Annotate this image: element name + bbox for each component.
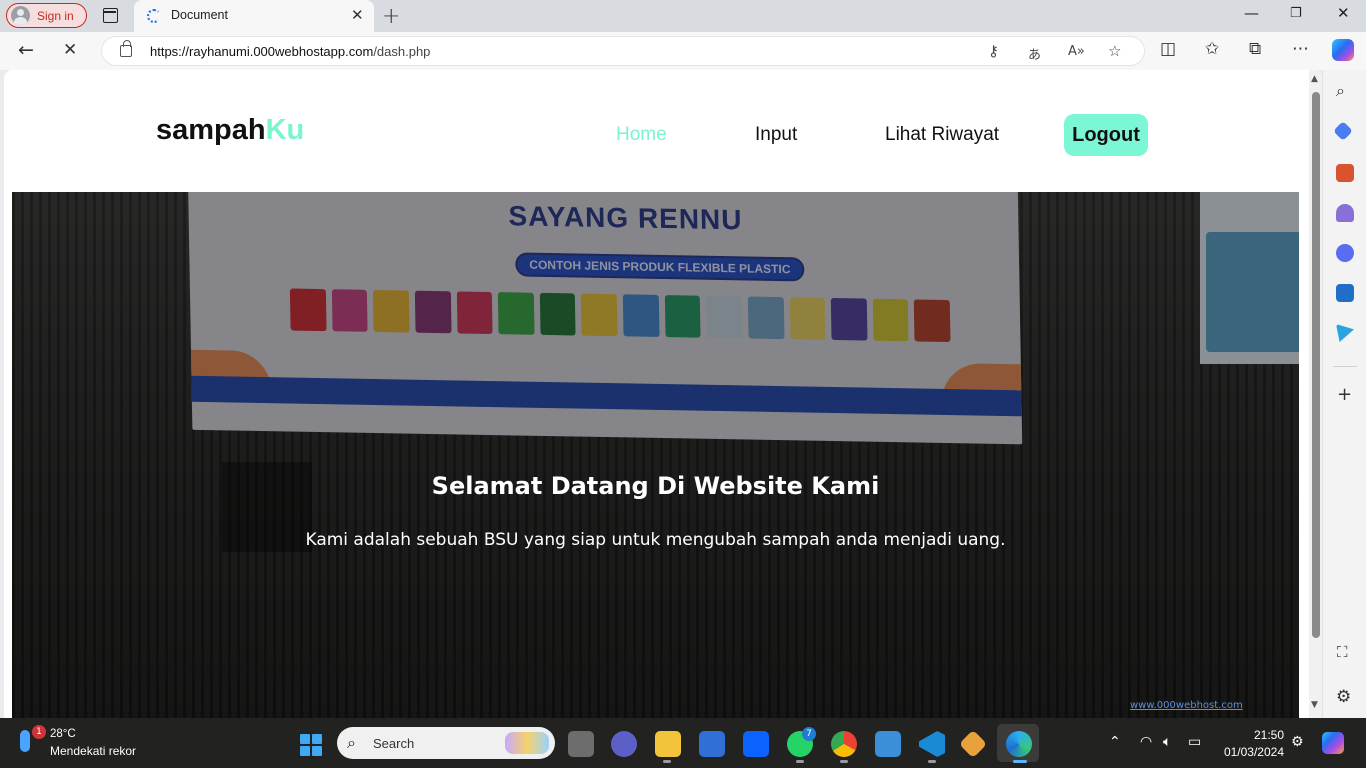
battery-icon[interactable]: ▭ (1188, 734, 1201, 750)
minimize-icon[interactable]: — (1244, 4, 1259, 22)
copilot-icon[interactable] (1332, 39, 1354, 61)
page-viewport: sampahKu Home Input Lihat Riwayat Logout… (4, 70, 1322, 718)
start-windows-icon[interactable] (300, 734, 322, 756)
show-hidden-icons-chevron-icon[interactable]: ⌃ (1109, 734, 1121, 750)
back-icon[interactable]: ← (18, 40, 34, 60)
wifi-icon[interactable]: ◠ (1140, 734, 1152, 750)
tab-title: Document (171, 8, 228, 22)
tools-icon[interactable] (1336, 164, 1354, 182)
hero-section: SAYANG RENNU CONTOH JENIS PRODUK FLEXIBL… (12, 192, 1299, 718)
profile-avatar-icon (11, 6, 30, 25)
copilot-preview-icon[interactable] (1322, 732, 1344, 754)
dropbox-icon[interactable] (743, 731, 769, 757)
screenshot-icon[interactable]: ⛶ (1337, 643, 1348, 661)
edge-browser-icon[interactable] (1006, 731, 1032, 757)
loading-spinner-icon (147, 9, 161, 23)
browser-tab-strip: Sign in Document ✕ + — ❐ ✕ (0, 0, 1366, 32)
read-aloud-icon[interactable]: A» (1068, 44, 1085, 59)
restore-icon[interactable]: ❐ (1290, 6, 1302, 21)
collections-icon[interactable]: ⧉ (1249, 39, 1261, 59)
windows-taskbar: 1 28°C Mendekati rekor ⌕ Search 7 ⌃ ◠ 🔈︎… (0, 718, 1366, 768)
sidebar-settings-gear-icon[interactable]: ⚙ (1336, 687, 1351, 707)
hero-title: Selamat Datang Di Website Kami (431, 472, 880, 500)
tab-actions-icon[interactable] (103, 8, 118, 23)
vscode-icon[interactable] (919, 731, 945, 757)
file-explorer-icon[interactable] (655, 731, 681, 757)
key-icon[interactable]: ⚷ (988, 42, 999, 60)
url-text[interactable]: https://rayhanumi.000webhostapp.com/dash… (150, 44, 430, 59)
new-tab-icon[interactable]: + (382, 4, 400, 29)
close-window-icon[interactable]: ✕ (1337, 4, 1350, 22)
close-tab-icon[interactable]: ✕ (351, 6, 364, 24)
favorites-icon[interactable]: ✩ (1205, 39, 1219, 59)
lock-icon[interactable] (120, 40, 132, 57)
more-menu-icon[interactable]: ⋯ (1292, 39, 1309, 59)
notification-bell-icon[interactable]: ⚙ (1291, 734, 1304, 750)
sign-in-button[interactable]: Sign in (6, 3, 87, 28)
clock-date: 01/03/2024 (1223, 745, 1284, 759)
nav-link-home[interactable]: Home (616, 124, 667, 146)
site-logo[interactable]: sampahKu (156, 114, 304, 147)
teams-chat-icon[interactable] (611, 731, 637, 757)
sidebar-divider (1333, 366, 1357, 367)
whatsapp-unread-badge: 7 (802, 727, 816, 741)
clock-time: 21:50 (1253, 728, 1284, 742)
logout-button[interactable]: Logout (1064, 114, 1148, 156)
microsoft365-icon[interactable] (1336, 244, 1354, 262)
translate-icon[interactable]: あ (1028, 44, 1041, 63)
search-icon[interactable]: ⌕ (1336, 81, 1345, 101)
webhost-badge-link[interactable]: www.000webhost.com (1130, 700, 1243, 711)
sign-in-label: Sign in (37, 8, 74, 23)
nav-link-lihat-riwayat[interactable]: Lihat Riwayat (885, 124, 999, 146)
games-icon[interactable] (1336, 204, 1354, 222)
tab-document[interactable]: Document ✕ (134, 0, 374, 32)
git-icon[interactable] (958, 729, 988, 759)
thermometer-icon (20, 730, 30, 752)
taskbar-search-box[interactable]: ⌕ Search (337, 727, 555, 759)
scroll-down-icon[interactable]: ▼ (1311, 700, 1318, 710)
chrome-icon[interactable] (831, 731, 857, 757)
stop-loading-icon[interactable]: ✕ (63, 40, 77, 60)
page-scrollbar[interactable]: ▲ ▼ (1309, 70, 1322, 718)
add-sidebar-app-icon[interactable]: + (1337, 384, 1352, 405)
scroll-up-icon[interactable]: ▲ (1311, 74, 1318, 84)
address-bar[interactable]: https://rayhanumi.000webhostapp.com/dash… (101, 36, 1145, 66)
browser-toolbar: ← ✕ https://rayhanumi.000webhostapp.com/… (0, 32, 1366, 70)
weather-description: Mendekati rekor (50, 744, 137, 758)
nav-link-input[interactable]: Input (755, 124, 797, 146)
microsoft-store-icon[interactable] (699, 731, 725, 757)
telegram-send-icon[interactable] (1336, 324, 1354, 342)
weather-alert-badge: 1 (32, 725, 46, 739)
search-magnifier-icon: ⌕ (347, 733, 356, 752)
search-highlight-icon (505, 732, 549, 754)
hero-subtitle: Kami adalah sebuah BSU yang siap untuk m… (305, 530, 1006, 550)
edge-sidebar: ⌕ + ⛶ ⚙ (1322, 70, 1366, 718)
outlook-icon[interactable] (1336, 284, 1354, 302)
shopping-tag-icon[interactable] (1333, 121, 1353, 141)
taskbar-clock[interactable]: 21:50 01/03/2024 (1218, 727, 1284, 761)
scrollbar-thumb[interactable] (1312, 92, 1320, 638)
task-view-icon[interactable] (568, 731, 594, 757)
volume-icon[interactable]: 🔈︎ (1163, 734, 1171, 750)
weather-temperature: 28°C (50, 728, 76, 740)
split-screen-icon[interactable]: ◫ (1160, 39, 1176, 59)
notepad-icon[interactable] (875, 731, 901, 757)
taskbar-search-placeholder: Search (373, 736, 415, 751)
favorite-star-icon[interactable]: ☆ (1108, 42, 1121, 60)
